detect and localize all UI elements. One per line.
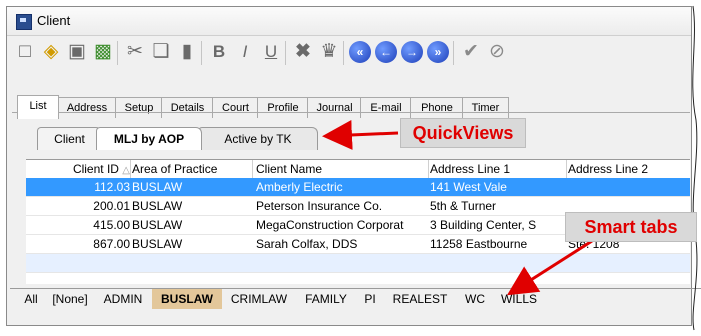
torn-edge [692, 5, 698, 331]
tab-list[interactable]: List [17, 95, 59, 119]
annotation-arrows [322, 5, 698, 331]
quickviews-callout: QuickViews [400, 118, 526, 148]
smart-tabs-arrow [506, 239, 593, 296]
quickviews-arrow [322, 119, 399, 150]
smart-tabs-callout: Smart tabs [565, 212, 697, 242]
quickview-tab-mlj-by-aop[interactable]: MLJ by AOP [96, 127, 202, 150]
